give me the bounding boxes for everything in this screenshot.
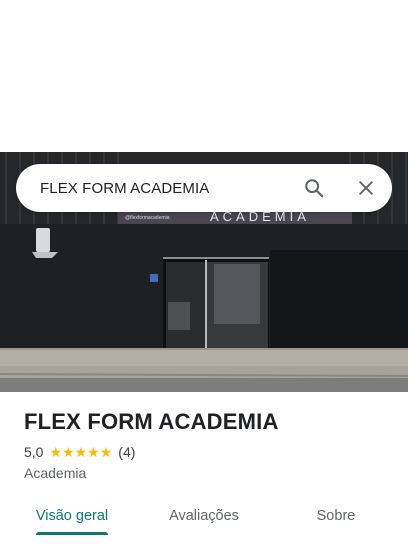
search-icon xyxy=(305,179,324,198)
tab-reviews[interactable]: Avaliações xyxy=(150,494,258,538)
search-input[interactable]: FLEX FORM ACADEMIA xyxy=(16,180,294,197)
place-title: FLEX FORM ACADEMIA xyxy=(24,409,279,434)
review-count[interactable]: (4) xyxy=(118,444,135,460)
tab-about[interactable]: Sobre xyxy=(300,494,372,538)
close-icon xyxy=(359,181,373,195)
sign-small-text: @flexformacademia xyxy=(125,215,170,221)
search-bar[interactable]: FLEX FORM ACADEMIA xyxy=(16,164,392,212)
rating-value: 5,0 xyxy=(24,444,44,460)
search-button[interactable] xyxy=(294,168,334,208)
star-icon: ★ xyxy=(74,444,88,460)
star-icon: ★ xyxy=(99,444,113,460)
place-category[interactable]: Academia xyxy=(24,465,392,481)
active-tab-indicator xyxy=(36,532,108,535)
star-icon: ★ xyxy=(62,444,75,460)
star-icon: ★ xyxy=(49,444,63,460)
star-icon: ★ xyxy=(87,444,100,460)
rating-row[interactable]: 5,0 ★ ★ ★ ★ ★ (4) xyxy=(24,444,392,460)
place-info: FLEX FORM ACADEMIA 5,0 ★ ★ ★ ★ ★ (4) Aca… xyxy=(24,408,392,481)
star-rating: ★ ★ ★ ★ ★ xyxy=(49,445,112,459)
close-button[interactable] xyxy=(346,168,386,208)
